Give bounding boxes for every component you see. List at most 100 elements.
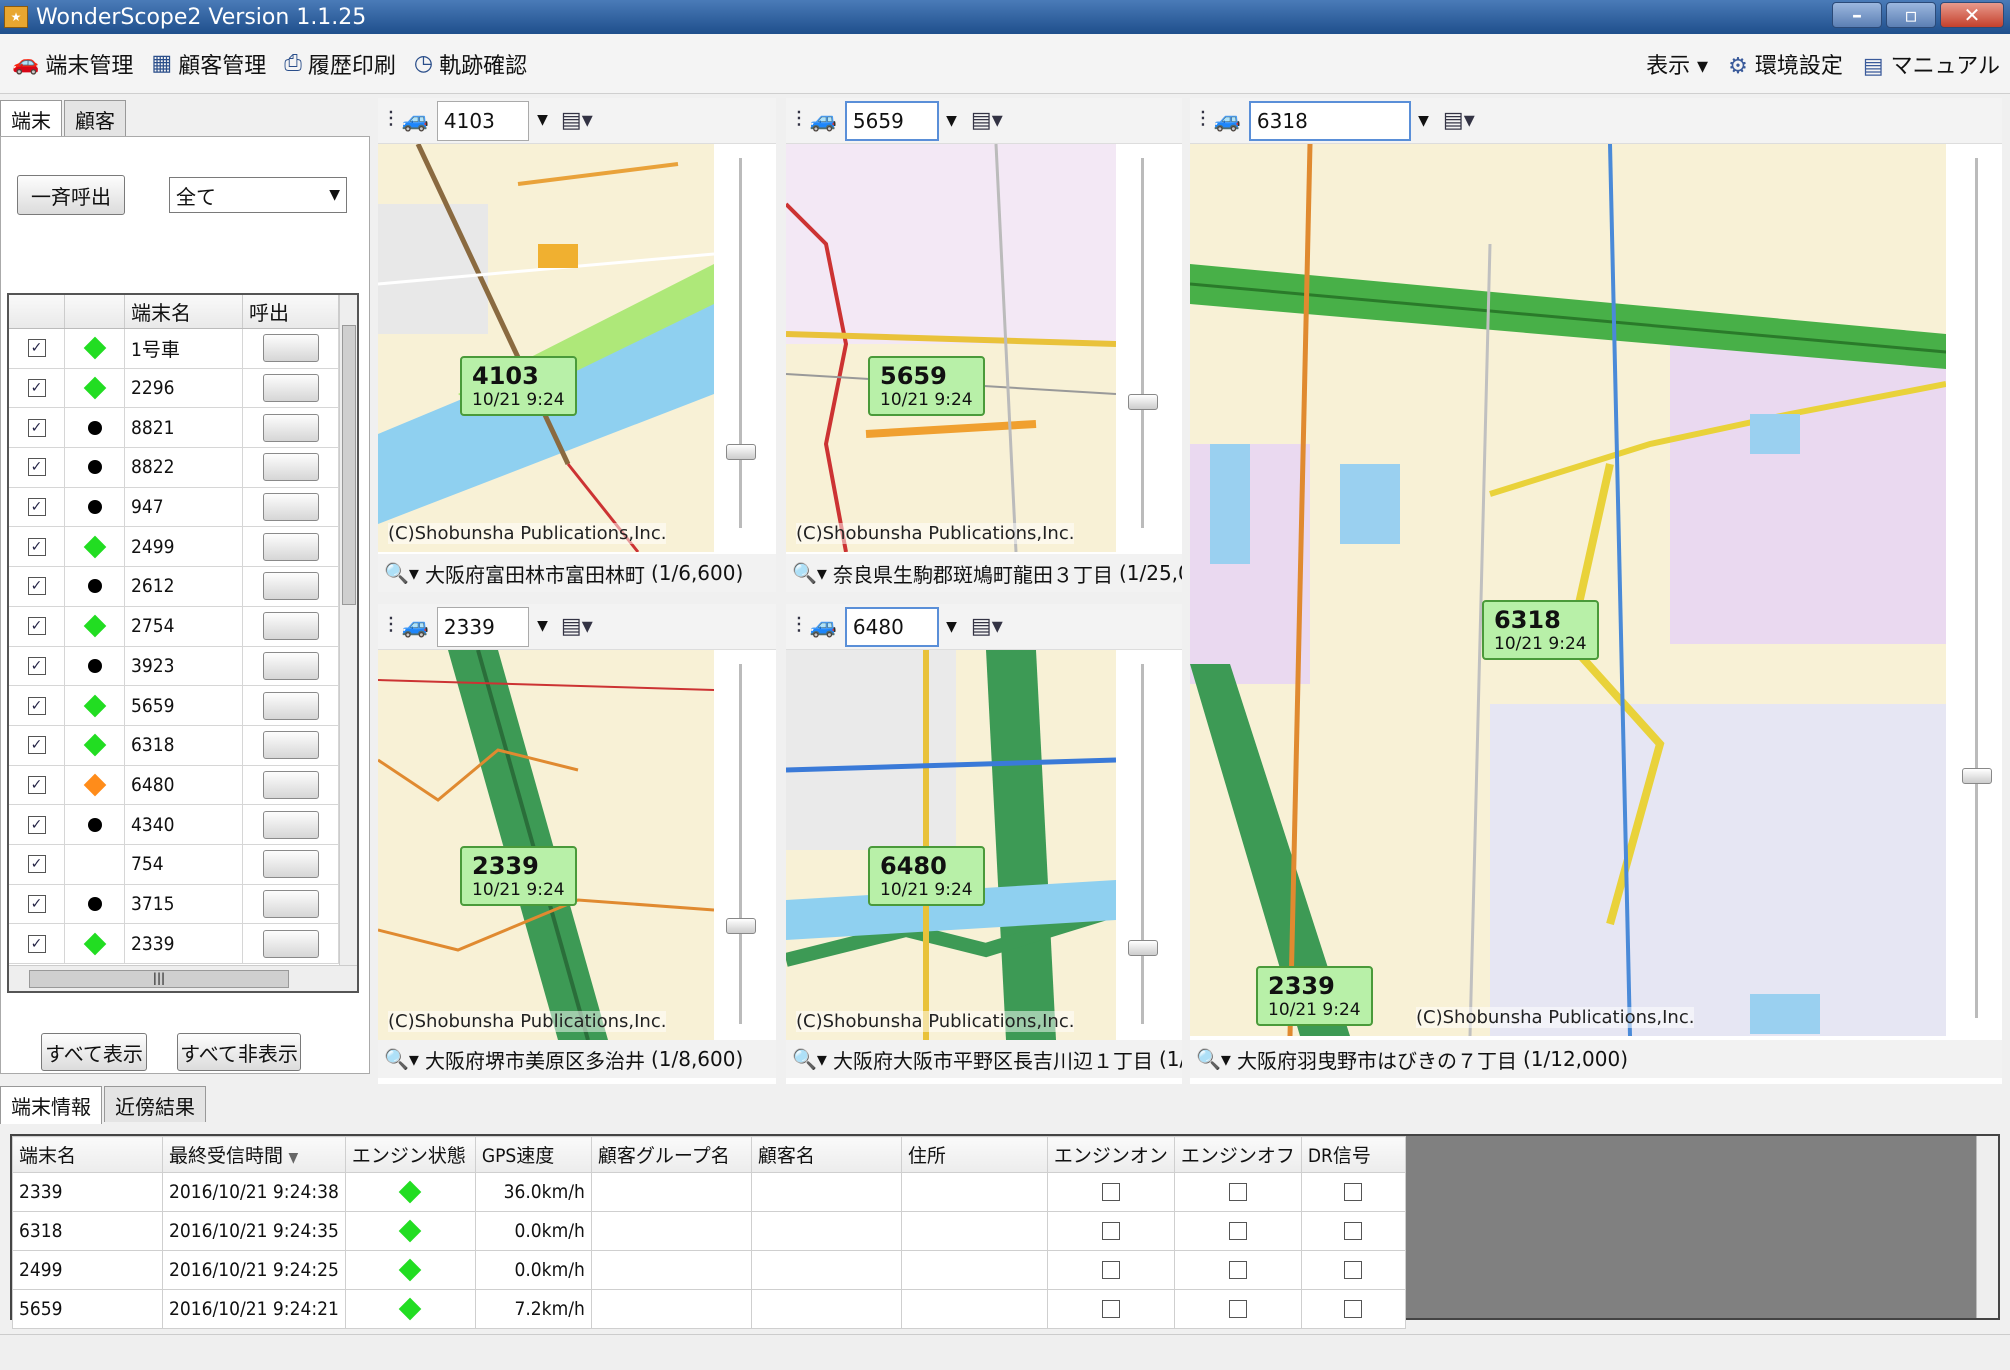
list-item[interactable]: ✓ 8822 bbox=[9, 448, 339, 488]
close-button[interactable]: ✕ bbox=[1940, 2, 2004, 28]
flag-checkbox[interactable] bbox=[1228, 1261, 1247, 1279]
call-button[interactable] bbox=[262, 532, 319, 561]
call-button[interactable] bbox=[262, 651, 319, 680]
visible-checkbox[interactable]: ✓ bbox=[27, 775, 46, 794]
column-header[interactable]: DR信号 bbox=[1300, 1136, 1406, 1173]
vehicle-marker[interactable]: 6318 10/21 9:24 bbox=[1482, 600, 1599, 660]
map-view-1[interactable]: 4103 10/21 9:24 (C)Shobunsha Publication… bbox=[378, 144, 714, 552]
list-item[interactable]: ✓ 8821 bbox=[9, 408, 339, 449]
menu-terminal-management[interactable]: 🚗 端末管理 bbox=[12, 48, 133, 80]
table-row[interactable]: 6318 2016/10/21 9:24:35 0.0km/h bbox=[12, 1211, 1406, 1251]
zoom-slider-1[interactable] bbox=[724, 158, 758, 528]
flag-checkbox[interactable] bbox=[1344, 1261, 1363, 1279]
visible-checkbox[interactable]: ✓ bbox=[27, 537, 46, 556]
col-call[interactable]: 呼出 bbox=[243, 295, 339, 328]
tab-terminal-info[interactable]: 端末情報 bbox=[0, 1086, 102, 1124]
call-button[interactable] bbox=[262, 889, 319, 918]
call-button[interactable] bbox=[262, 612, 319, 641]
visible-checkbox[interactable]: ✓ bbox=[27, 379, 46, 398]
call-button[interactable] bbox=[262, 572, 319, 601]
visible-checkbox[interactable]: ✓ bbox=[27, 656, 46, 675]
call-button[interactable] bbox=[262, 453, 319, 482]
maximize-button[interactable]: ▫ bbox=[1886, 2, 1936, 28]
flag-checkbox[interactable] bbox=[1344, 1183, 1363, 1201]
hide-all-button[interactable]: すべて非表示 bbox=[177, 1033, 301, 1071]
visible-checkbox[interactable]: ✓ bbox=[27, 855, 46, 874]
flag-checkbox[interactable] bbox=[1344, 1222, 1363, 1240]
menu-settings[interactable]: ⚙ 環境設定 bbox=[1728, 48, 1843, 80]
car-icon[interactable]: 🚙 bbox=[810, 614, 837, 639]
list-item[interactable]: ✓ 6480 bbox=[9, 765, 339, 806]
call-button[interactable] bbox=[262, 493, 319, 522]
call-button[interactable] bbox=[262, 810, 319, 839]
list-item[interactable]: ✓ 947 bbox=[9, 487, 339, 528]
search-icon[interactable]: 🔍▾ bbox=[384, 561, 419, 585]
flag-checkbox[interactable] bbox=[1228, 1222, 1247, 1240]
tab-customer[interactable]: 顧客 bbox=[64, 100, 126, 136]
flag-checkbox[interactable] bbox=[1101, 1183, 1120, 1201]
terminal-combo-3[interactable]: 6318 ▼ bbox=[1248, 100, 1429, 141]
list-item[interactable]: ✓ 3923 bbox=[9, 646, 339, 687]
pin-icon[interactable]: ⫶ bbox=[388, 108, 394, 133]
column-header[interactable]: エンジン状態 bbox=[344, 1136, 476, 1173]
filter-select[interactable]: 全て ▼ bbox=[169, 177, 347, 213]
menu-view[interactable]: 表示 ▾ bbox=[1646, 48, 1708, 80]
column-header[interactable]: 住所 bbox=[900, 1136, 1048, 1173]
vehicle-marker[interactable]: 5659 10/21 9:24 bbox=[868, 356, 985, 416]
flag-checkbox[interactable] bbox=[1101, 1300, 1120, 1318]
call-button[interactable] bbox=[262, 374, 319, 403]
list-item[interactable]: ✓ 2339 bbox=[9, 924, 339, 964]
list-item[interactable]: ✓ 754 bbox=[9, 844, 339, 885]
list-item[interactable]: ✓ 3715 bbox=[9, 884, 339, 925]
tab-nearby-results[interactable]: 近傍結果 bbox=[104, 1086, 206, 1122]
call-button[interactable] bbox=[262, 850, 319, 879]
column-header[interactable]: エンジンオン bbox=[1046, 1136, 1175, 1173]
visible-checkbox[interactable]: ✓ bbox=[27, 617, 46, 636]
table-row[interactable]: 2339 2016/10/21 9:24:38 36.0km/h bbox=[12, 1172, 1406, 1212]
search-icon[interactable]: 🔍▾ bbox=[384, 1047, 419, 1071]
search-icon[interactable]: 🔍▾ bbox=[792, 561, 827, 585]
car-icon[interactable]: 🚙 bbox=[402, 108, 429, 133]
vehicle-marker[interactable]: 2339 10/21 9:24 bbox=[1256, 966, 1373, 1026]
flag-checkbox[interactable] bbox=[1101, 1261, 1120, 1279]
list-horizontal-scrollbar[interactable]: ||| bbox=[9, 965, 357, 991]
visible-checkbox[interactable]: ✓ bbox=[27, 339, 46, 358]
call-button[interactable] bbox=[262, 413, 319, 442]
call-all-button[interactable]: 一斉呼出 bbox=[17, 175, 125, 215]
zoom-slider-3[interactable] bbox=[1960, 158, 1994, 1018]
call-button[interactable] bbox=[262, 770, 319, 799]
map-view-2[interactable]: 5659 10/21 9:24 (C)Shobunsha Publication… bbox=[786, 144, 1116, 552]
menu-history-print[interactable]: ⎙ 履歴印刷 bbox=[284, 48, 396, 80]
pin-icon[interactable]: ⫶ bbox=[388, 614, 394, 639]
tab-terminal[interactable]: 端末 bbox=[0, 100, 62, 138]
terminal-combo-4[interactable]: 2339 ▼ bbox=[436, 606, 548, 647]
visible-checkbox[interactable]: ✓ bbox=[27, 696, 46, 715]
zoom-slider-2[interactable] bbox=[1126, 158, 1160, 528]
info-vertical-scrollbar[interactable] bbox=[1976, 1136, 1998, 1318]
map-view-5[interactable]: 6480 10/21 9:24 (C)Shobunsha Publication… bbox=[786, 650, 1116, 1040]
map-view-4[interactable]: 2339 10/21 9:24 (C)Shobunsha Publication… bbox=[378, 650, 714, 1040]
car-icon[interactable]: 🚙 bbox=[402, 614, 429, 639]
car-icon[interactable]: 🚙 bbox=[1214, 108, 1241, 133]
layers-icon[interactable]: ▤▾ bbox=[971, 108, 1003, 133]
map-view-3[interactable]: 6318 10/21 9:24 2339 10/21 9:24 (C)Shobu… bbox=[1190, 144, 1946, 1036]
call-button[interactable] bbox=[262, 334, 319, 363]
flag-checkbox[interactable] bbox=[1228, 1300, 1247, 1318]
flag-checkbox[interactable] bbox=[1228, 1183, 1247, 1201]
visible-checkbox[interactable]: ✓ bbox=[27, 934, 46, 953]
pin-icon[interactable]: ⫶ bbox=[796, 108, 802, 133]
column-header[interactable]: 最終受信時間 ▼ bbox=[162, 1136, 346, 1173]
visible-checkbox[interactable]: ✓ bbox=[27, 815, 46, 834]
column-header[interactable]: GPS速度 bbox=[474, 1136, 592, 1173]
visible-checkbox[interactable]: ✓ bbox=[27, 736, 46, 755]
visible-checkbox[interactable]: ✓ bbox=[27, 577, 46, 596]
list-item[interactable]: ✓ 1号車 bbox=[9, 329, 339, 369]
list-item[interactable]: ✓ 4340 bbox=[9, 805, 339, 845]
visible-checkbox[interactable]: ✓ bbox=[27, 498, 46, 517]
table-row[interactable]: 2499 2016/10/21 9:24:25 0.0km/h bbox=[12, 1250, 1406, 1290]
column-header[interactable]: エンジンオフ bbox=[1173, 1136, 1302, 1173]
layers-icon[interactable]: ▤▾ bbox=[561, 614, 593, 639]
vehicle-marker[interactable]: 2339 10/21 9:24 bbox=[460, 846, 577, 906]
list-item[interactable]: ✓ 5659 bbox=[9, 686, 339, 726]
zoom-slider-4[interactable] bbox=[724, 664, 758, 1024]
